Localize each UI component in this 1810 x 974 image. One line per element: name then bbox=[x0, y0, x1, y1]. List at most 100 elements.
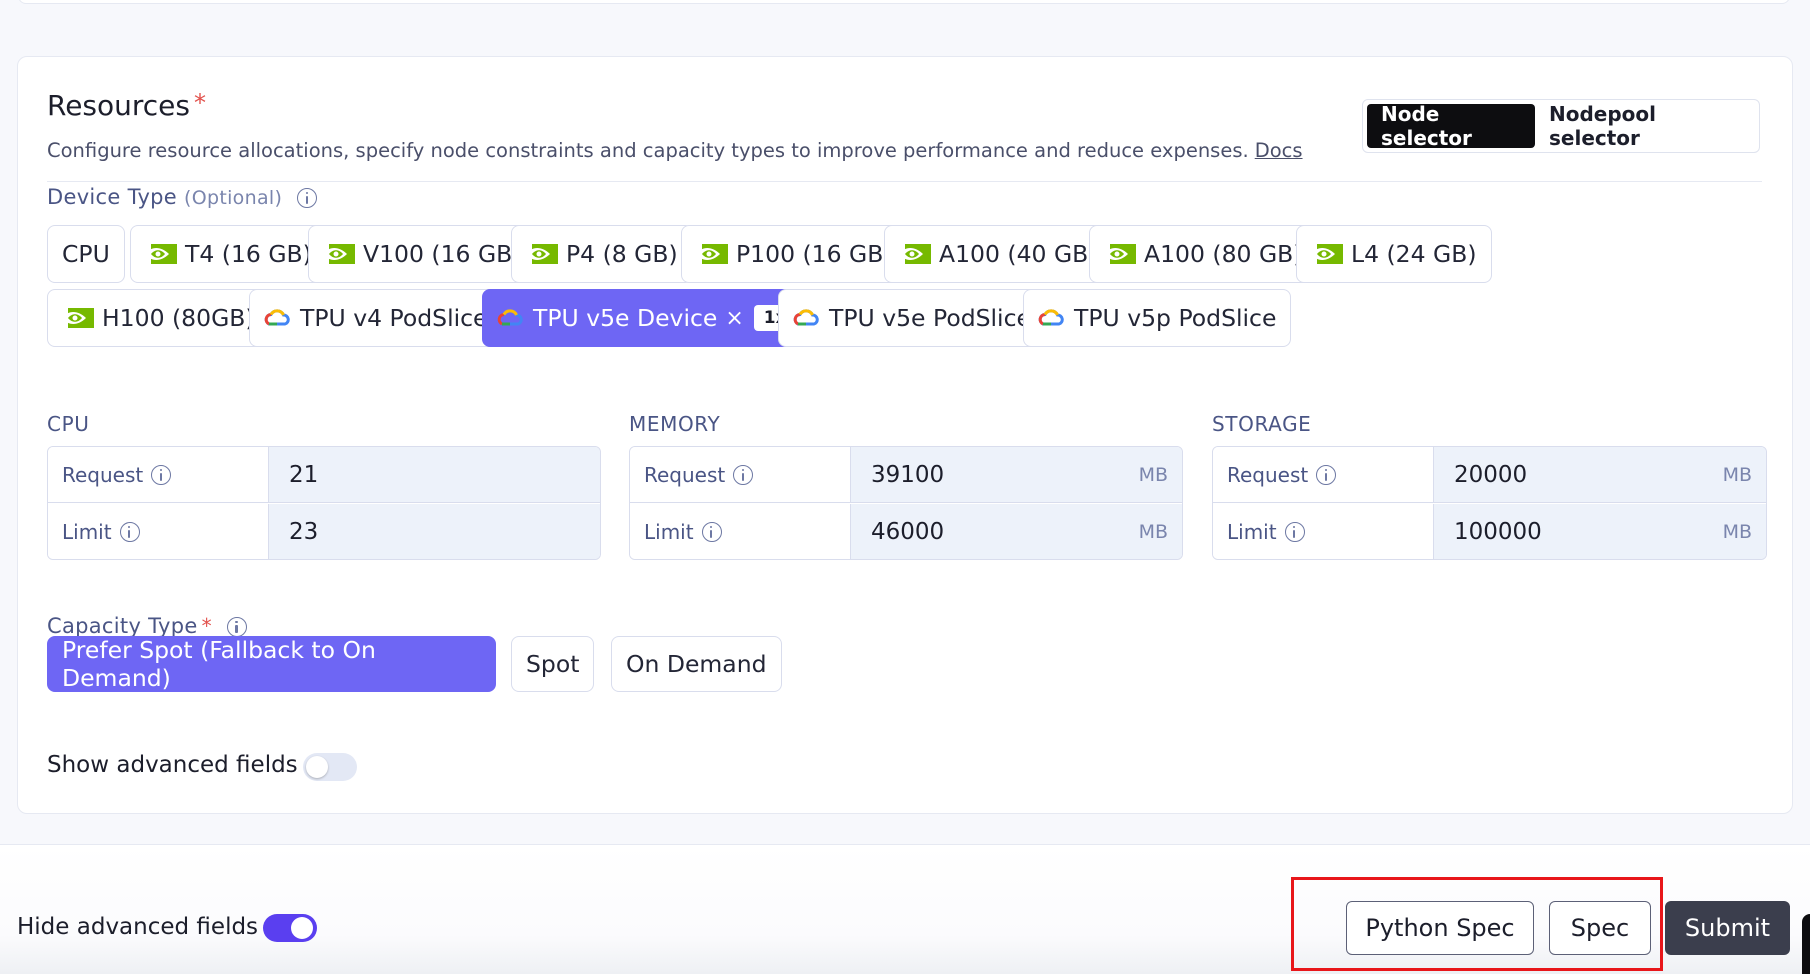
highlight-box bbox=[1291, 877, 1663, 971]
resources-title-text: Resources bbox=[47, 89, 190, 122]
google-cloud-icon bbox=[1038, 309, 1064, 326]
resources-title: Resources * bbox=[47, 89, 206, 122]
info-icon[interactable] bbox=[151, 464, 172, 485]
device-chip-tpu-v5e-podslice[interactable]: TPU v5e PodSlice bbox=[778, 289, 1046, 347]
node-selector-tab[interactable]: Node selector bbox=[1367, 102, 1535, 150]
device-chip-p100[interactable]: P100 (16 GB) bbox=[681, 225, 908, 283]
device-chip-label: L4 (24 GB) bbox=[1351, 240, 1477, 268]
unit-label: MB bbox=[1138, 521, 1168, 543]
unit-label: MB bbox=[1138, 463, 1168, 486]
request-text: Request bbox=[62, 462, 144, 487]
memory-limit-label: Limit bbox=[630, 504, 851, 559]
hide-advanced-label: Hide advanced fields bbox=[17, 914, 259, 940]
google-cloud-icon bbox=[264, 309, 290, 326]
limit-text: Limit bbox=[1227, 520, 1277, 544]
docs-link[interactable]: Docs bbox=[1255, 139, 1303, 162]
storage-limit-input[interactable]: 100000 MB bbox=[1434, 504, 1766, 559]
required-asterisk: * bbox=[194, 89, 206, 117]
capacity-type-label: Capacity Type * bbox=[47, 614, 247, 638]
device-type-text: Device Type bbox=[47, 185, 178, 209]
device-chip-tpu-v5p-podslice[interactable]: TPU v5p PodSlice bbox=[1023, 289, 1292, 347]
cpu-request-label: Request bbox=[48, 447, 269, 502]
device-chip-label: P100 (16 GB) bbox=[736, 240, 893, 268]
device-chip-label: A100 (40 GB) bbox=[939, 240, 1098, 268]
unit-label: MB bbox=[1722, 463, 1752, 486]
toggle-knob bbox=[291, 917, 313, 939]
submit-button[interactable]: Submit bbox=[1665, 901, 1790, 955]
device-chip-label: TPU v4 PodSlice bbox=[300, 304, 488, 332]
info-icon[interactable] bbox=[226, 617, 247, 637]
nvidia-icon bbox=[1104, 244, 1136, 264]
cpu-label: CPU bbox=[47, 412, 90, 436]
nodepool-selector-tab[interactable]: Nodepool selector bbox=[1535, 102, 1755, 150]
cpu-request-value: 21 bbox=[289, 461, 319, 488]
storage-request-input[interactable]: 20000 MB bbox=[1434, 447, 1766, 502]
info-icon[interactable] bbox=[701, 522, 722, 542]
device-chip-label: TPU v5e Device bbox=[533, 304, 718, 332]
resources-description: Configure resource allocations, specify … bbox=[47, 139, 1249, 162]
info-icon[interactable] bbox=[1284, 522, 1305, 542]
cpu-limit-input[interactable]: 23 bbox=[269, 504, 600, 559]
google-cloud-icon bbox=[793, 309, 819, 326]
info-icon[interactable] bbox=[119, 522, 140, 542]
device-chip-t4[interactable]: T4 (16 GB) bbox=[130, 225, 327, 283]
device-chip-h100[interactable]: H100 (80GB) bbox=[47, 289, 270, 347]
storage-label: STORAGE bbox=[1212, 412, 1312, 436]
storage-limit-row: Limit 100000 MB bbox=[1213, 504, 1766, 559]
cpu-limit-row: Limit 23 bbox=[48, 504, 600, 559]
google-cloud-icon bbox=[497, 309, 523, 326]
on-demand-option[interactable]: On Demand bbox=[611, 636, 782, 692]
section-divider bbox=[47, 181, 1762, 182]
device-chip-cpu[interactable]: CPU bbox=[47, 225, 125, 283]
cpu-limit-value: 23 bbox=[289, 519, 319, 545]
show-advanced-toggle[interactable] bbox=[303, 753, 357, 781]
device-chip-label: A100 (80 GB) bbox=[1144, 240, 1303, 268]
spot-option[interactable]: Spot bbox=[511, 636, 595, 692]
nvidia-icon bbox=[323, 244, 355, 264]
required-asterisk: * bbox=[201, 614, 212, 638]
prefer-spot-option[interactable]: Prefer Spot (Fallback to On Demand) bbox=[47, 636, 496, 692]
device-chip-tpu-v4-podslice[interactable]: TPU v4 PodSlice bbox=[249, 289, 503, 347]
resources-subtitle: Configure resource allocations, specify … bbox=[47, 139, 1303, 162]
show-advanced-label: Show advanced fields bbox=[47, 752, 298, 778]
info-icon[interactable] bbox=[733, 464, 754, 485]
nvidia-icon bbox=[696, 244, 728, 264]
device-chip-label: CPU bbox=[62, 240, 110, 268]
nvidia-icon bbox=[899, 244, 931, 264]
device-chip-tpu-v5e-device[interactable]: TPU v5e Device × 1x1 bbox=[482, 289, 824, 347]
capacity-type-text: Capacity Type bbox=[47, 614, 198, 638]
previous-card bbox=[18, 0, 1790, 4]
storage-request-label: Request bbox=[1213, 447, 1434, 502]
device-chip-label: H100 (80GB) bbox=[102, 304, 255, 332]
device-chip-label: P4 (8 GB) bbox=[566, 240, 678, 268]
device-chip-a100-80[interactable]: A100 (80 GB) bbox=[1089, 225, 1318, 283]
device-chip-p4[interactable]: P4 (8 GB) bbox=[511, 225, 693, 283]
device-chip-label: TPU v5p PodSlice bbox=[1074, 304, 1277, 332]
device-chip-label: T4 (16 GB) bbox=[185, 240, 312, 268]
nvidia-icon bbox=[145, 244, 177, 264]
optional-tag: (Optional) bbox=[184, 187, 283, 209]
device-chip-a100-40[interactable]: A100 (40 GB) bbox=[884, 225, 1113, 283]
device-type-label: Device Type (Optional) bbox=[47, 185, 318, 209]
storage-request-row: Request 20000 MB bbox=[1213, 447, 1766, 503]
memory-request-label: Request bbox=[630, 447, 851, 502]
storage-limit-value: 100000 bbox=[1454, 519, 1542, 545]
info-icon[interactable] bbox=[1316, 464, 1337, 485]
cpu-table: Request 21 Limit 23 bbox=[47, 446, 601, 560]
window-corner bbox=[1802, 914, 1810, 974]
memory-request-input[interactable]: 39100 MB bbox=[851, 447, 1182, 502]
device-chip-l4[interactable]: L4 (24 GB) bbox=[1296, 225, 1492, 283]
limit-text: Limit bbox=[62, 520, 112, 544]
memory-request-value: 39100 bbox=[871, 461, 945, 488]
cpu-request-row: Request 21 bbox=[48, 447, 600, 503]
device-chip-label: V100 (16 GB) bbox=[363, 240, 522, 268]
info-icon[interactable] bbox=[297, 188, 318, 208]
memory-limit-input[interactable]: 46000 MB bbox=[851, 504, 1182, 559]
close-icon[interactable]: × bbox=[725, 306, 743, 331]
toggle-knob bbox=[306, 756, 328, 778]
memory-request-row: Request 39100 MB bbox=[630, 447, 1182, 503]
hide-advanced-toggle[interactable] bbox=[263, 914, 317, 942]
nvidia-icon bbox=[62, 308, 94, 328]
device-chip-v100[interactable]: V100 (16 GB) bbox=[308, 225, 537, 283]
cpu-request-input[interactable]: 21 bbox=[269, 447, 600, 502]
